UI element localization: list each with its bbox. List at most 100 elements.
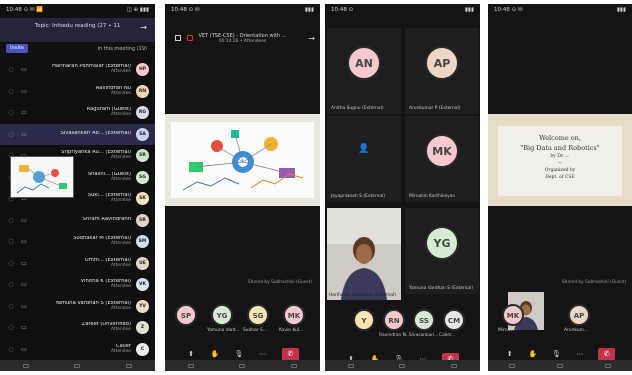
share-icon[interactable]: ⬆ <box>186 350 196 358</box>
participant-avatar: MK <box>425 134 459 168</box>
participants-header: Topic: Infoedu reading (27 ∙ 11 → <box>0 18 155 42</box>
chat-icon: ▭ <box>21 281 27 289</box>
share-icon[interactable]: ⬆ <box>505 350 515 358</box>
slide-line: — <box>557 161 563 166</box>
participant-avatar[interactable]: Y <box>353 309 375 331</box>
participant-row[interactable]: ◌ ▭ Caller Attendee C <box>0 339 155 361</box>
mic-off-icon: ◌ <box>8 216 14 224</box>
phone-gallery-screen: 10:48 ⊙ ▮▮▮ AP Arunkumar P (External) AN An… <box>325 4 480 371</box>
mic-icon[interactable]: 🎙 <box>551 350 561 358</box>
participant-row[interactable]: ◌ ▭ Raguram (Guest) Attendee RG <box>0 102 155 124</box>
camera-video-tile[interactable]: Hariharan Ponmalar (External) <box>327 208 401 300</box>
avatar-label: Sivasankari... <box>409 333 439 338</box>
participant-role: Attendee <box>110 69 131 75</box>
participant-avatar[interactable]: SG <box>247 304 269 326</box>
video-tile[interactable]: 👤 Jayaprakash S (External) <box>327 116 401 202</box>
participant-avatar[interactable]: CM <box>443 309 465 331</box>
chat-icon: ▭ <box>21 259 27 267</box>
participant-text: Zareef (Unverified) Attendee <box>29 322 136 333</box>
participant-avatar[interactable]: RN <box>383 309 405 331</box>
status-left: 10:48 ⊙ ✉ 📶 <box>6 7 44 13</box>
video-tile[interactable]: AN Anitha Sugnu (External) <box>327 28 401 114</box>
back-arrow-icon[interactable]: → <box>140 23 147 32</box>
participant-row[interactable]: ◌ ▭ Vinitha K (External) Attendee VK <box>0 274 155 296</box>
mic-off-icon: ◌ <box>8 109 14 117</box>
section-heading: In this meeting (19) <box>97 46 147 52</box>
more-icon[interactable]: ⋯ <box>258 350 268 358</box>
avatar: UE <box>136 256 149 270</box>
tile-label: Arunkumar P (External) <box>409 106 461 111</box>
participant-row[interactable]: ◌ ▭ Ravindran Nu Attendee RN <box>0 81 155 103</box>
avatar: C <box>136 342 149 356</box>
participant-avatar[interactable]: SS <box>413 309 435 331</box>
participant-role: Attendee <box>110 348 131 354</box>
participant-avatar[interactable]: MK <box>502 304 524 326</box>
data-infographic-icon <box>182 130 304 191</box>
system-nav-bar <box>325 360 480 371</box>
hang-up-button[interactable]: ✆ <box>282 347 299 361</box>
avatar: SR <box>136 213 149 227</box>
avatar-label: Arunkum... <box>564 328 589 333</box>
chat-icon: ▭ <box>21 66 27 74</box>
avatar: SA <box>136 127 149 141</box>
tile-label: Mirnalini Karthikeyan <box>409 194 456 199</box>
chat-icon: ▭ <box>21 109 27 117</box>
slide-content <box>171 122 314 198</box>
phone-welcome-slide-screen: 10:48 ⊙ ✉ ▮▮▮ Welcome on, "Big Data and R… <box>488 4 632 371</box>
participant-row[interactable]: ◌ ▭ Yamuna Vardhan S (External) Attendee YV <box>0 296 155 318</box>
tile-label: Yamuna Vardhan S (External) <box>409 286 474 291</box>
tile-label: Anitha Sugnu (External) <box>331 106 384 111</box>
participant-row[interactable]: ◌ ▭ Hariharan Ponmalar (External) Attendee H… <box>0 59 155 81</box>
participant-row[interactable]: ◌ ▭ Sriram Ravindrann SR <box>0 210 155 232</box>
video-tile[interactable]: YG Yamuna Vardhan S (External) <box>405 208 479 294</box>
participant-text: Umm... (External) Attendee <box>29 258 136 269</box>
avatar-label: Ravindran N... <box>379 333 411 338</box>
participant-role: Attendee <box>110 90 131 96</box>
participant-role: Attendee <box>110 305 131 311</box>
record-icon[interactable] <box>187 35 193 41</box>
participant-avatar[interactable]: SP <box>175 304 197 326</box>
participant-avatar[interactable]: YG <box>211 304 233 326</box>
hand-icon[interactable]: ✋ <box>210 350 220 358</box>
person-video-icon <box>327 208 401 300</box>
participant-avatar[interactable]: AP <box>568 304 590 326</box>
participant-role: Attendee <box>110 241 131 247</box>
participant-avatar[interactable]: MK <box>283 304 305 326</box>
participant-row[interactable]: ◌ ▭ Sudhakar M (External) Attendee SM <box>0 231 155 253</box>
chat-icon: ▭ <box>21 345 27 353</box>
status-left: 10:48 ⊙ <box>331 7 354 13</box>
video-tile[interactable]: MK Mirnalini Karthikeyan <box>405 116 479 202</box>
mic-off-icon: ◌ <box>8 302 14 310</box>
shared-slide <box>165 114 320 206</box>
mic-icon[interactable]: 🎙 <box>234 350 244 358</box>
slide-line: "Big Data and Robotics" <box>520 144 600 152</box>
hand-icon[interactable]: ✋ <box>528 350 538 358</box>
mic-off-icon: ◌ <box>8 238 14 246</box>
hang-up-button[interactable]: ✆ <box>598 347 616 361</box>
invite-button[interactable]: Invite <box>6 44 28 53</box>
mic-off-icon: ◌ <box>8 66 14 74</box>
status-bar: 10:48 ⊙ ✉ ▮▮▮ <box>488 4 632 18</box>
shared-by-caption: Shared by Subhashini (Guest) <box>561 280 626 285</box>
slide-line: Organized by <box>544 168 576 173</box>
participant-text: Sivasankari Ab... (External) <box>29 131 136 137</box>
participant-row[interactable]: ◌ ▭ Umm... (External) Attendee UE <box>0 253 155 275</box>
back-arrow-icon[interactable]: → <box>308 34 315 43</box>
participant-row[interactable]: ◌ ▭ Sivasankari Ab... (External) SA <box>0 123 155 145</box>
status-right: ▮▮▮ <box>464 7 474 13</box>
participant-avatar: 👤 <box>358 144 370 154</box>
video-tile[interactable]: AP Arunkumar P (External) <box>405 28 479 114</box>
system-nav-bar <box>488 360 632 371</box>
infographic-thumbnail-icon <box>11 157 73 197</box>
more-icon[interactable]: ⋯ <box>575 350 585 358</box>
chat-icon: ▭ <box>21 238 27 246</box>
participant-text: Vinitha K (External) Attendee <box>29 279 136 290</box>
layout-icon[interactable] <box>175 35 181 41</box>
shared-slide: Welcome on, "Big Data and Robotics" by Dr.… <box>488 114 632 206</box>
participant-row[interactable]: ◌ ▭ Zareef (Unverified) Attendee Z <box>0 317 155 339</box>
status-left: 10:48 ⊙ ✉ <box>494 7 523 13</box>
mic-off-icon: ◌ <box>8 345 14 353</box>
slide-line: Welcome on, <box>539 134 581 142</box>
avatar-label: Mirnali... <box>498 328 517 333</box>
shared-screen-thumbnail[interactable] <box>10 156 74 198</box>
